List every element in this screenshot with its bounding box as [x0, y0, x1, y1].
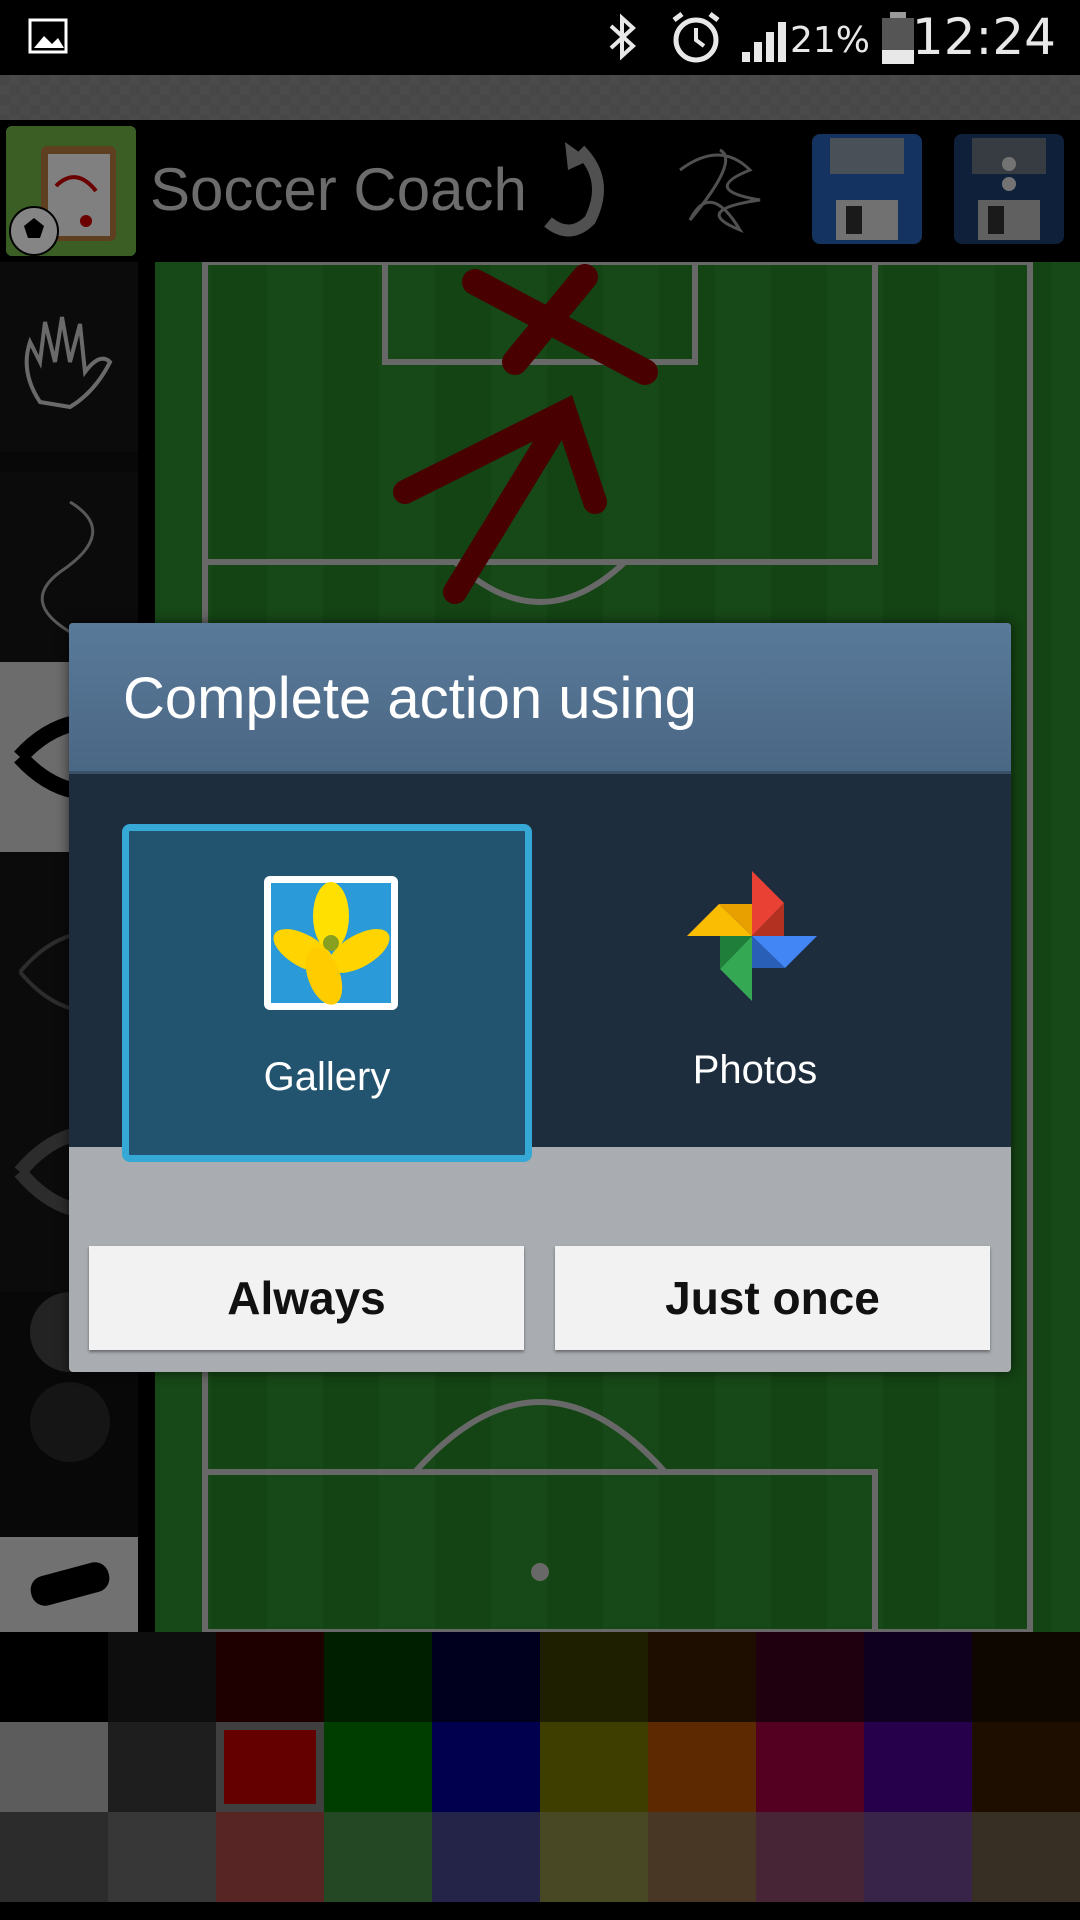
photos-app-icon [687, 871, 817, 1001]
dialog-title: Complete action using [123, 666, 697, 731]
chooser-dialog: Complete action using Gallery Photos Alw… [69, 623, 1011, 1372]
signal-icon [742, 22, 786, 62]
battery-percent: 21% [789, 20, 870, 61]
clock: 12:24 [911, 8, 1056, 66]
app-label-photos: Photos [692, 1048, 818, 1092]
app-option-gallery[interactable]: Gallery [122, 824, 532, 1162]
app-label-gallery: Gallery [263, 1055, 391, 1099]
app-option-photos[interactable]: Photos [550, 824, 960, 1162]
just-once-button[interactable]: Just once [555, 1246, 990, 1350]
always-button[interactable]: Always [89, 1246, 524, 1350]
alarm-icon [672, 12, 720, 63]
status-bar: 21% 12:24 [0, 0, 1080, 75]
bluetooth-icon [609, 13, 636, 61]
gallery-notification-icon [28, 18, 68, 54]
gallery-app-icon [264, 876, 398, 1010]
battery-icon [882, 12, 914, 64]
app-choices: Gallery Photos [69, 774, 1011, 1162]
dialog-header: Complete action using [69, 623, 1011, 774]
